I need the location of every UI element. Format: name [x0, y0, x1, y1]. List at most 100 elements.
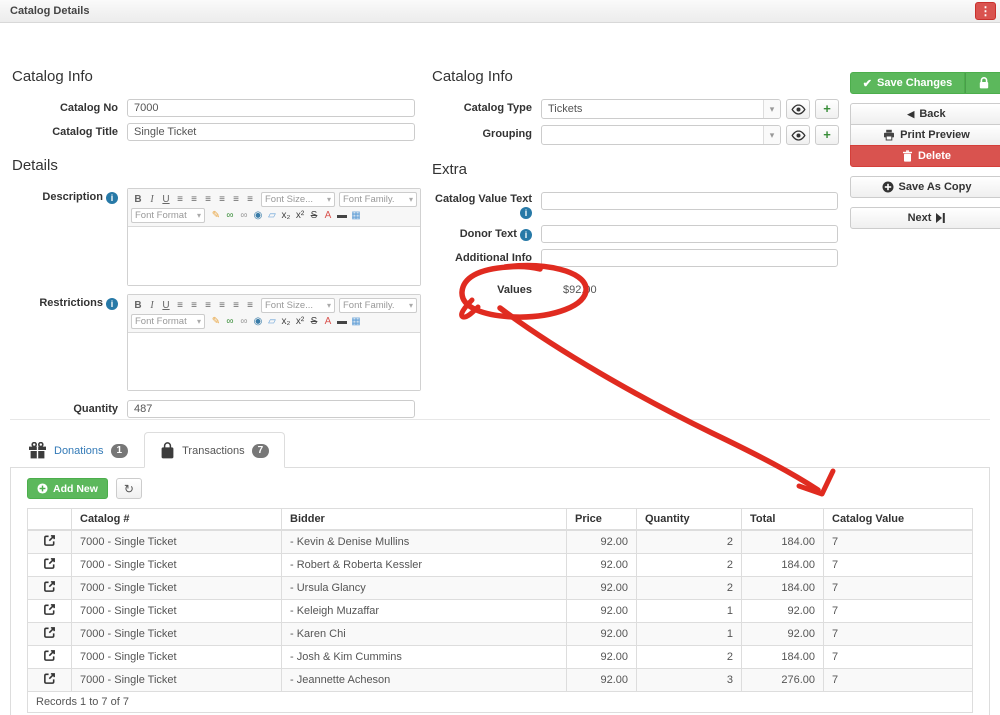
- print-preview-button[interactable]: Print Preview: [850, 124, 1000, 146]
- cell-total: 184.00: [742, 576, 824, 599]
- additional-info-label: Additional Info: [432, 249, 532, 265]
- open-record-icon[interactable]: [43, 603, 56, 616]
- save-as-copy-button[interactable]: Save As Copy: [850, 176, 1000, 198]
- font-family-select[interactable]: Font Family.▾: [339, 298, 417, 313]
- cell-total: 92.00: [742, 622, 824, 645]
- catalog-no-row: Catalog No: [12, 99, 415, 117]
- cell-bidder: - Kevin & Denise Mullins: [282, 530, 567, 554]
- tab-transactions[interactable]: Transactions 7: [144, 432, 285, 468]
- catalog-title-input[interactable]: [127, 123, 415, 141]
- left-column: Catalog Info Catalog No Catalog Title De…: [12, 60, 415, 424]
- cell-catalog-value: 7: [824, 645, 973, 668]
- open-record-icon[interactable]: [43, 557, 56, 570]
- col-bidder: Bidder: [282, 509, 567, 530]
- kebab-menu-button[interactable]: ⋮: [975, 2, 996, 20]
- table-header-row: Catalog # Bidder Price Quantity Total Ca…: [28, 509, 973, 530]
- cell-quantity: 1: [637, 622, 742, 645]
- font-format-select[interactable]: Font Format▾: [131, 208, 205, 223]
- eye-icon: [791, 130, 806, 141]
- section-extra: Extra: [432, 161, 838, 178]
- open-record-icon[interactable]: [43, 534, 56, 547]
- catalog-type-row: Catalog Type Tickets ▾ +: [432, 99, 838, 119]
- restrictions-editor-body[interactable]: [128, 333, 420, 390]
- annotation-arrow: [500, 308, 818, 490]
- restrictions-label: Restrictions i: [12, 294, 118, 310]
- catalog-no-input[interactable]: [127, 99, 415, 117]
- lock-button[interactable]: [965, 72, 1000, 94]
- col-price: Price: [567, 509, 637, 530]
- grouping-select[interactable]: ▾: [541, 125, 781, 145]
- donor-text-input[interactable]: [541, 225, 838, 243]
- catalog-value-text-row: Catalog Value Text i: [432, 192, 838, 219]
- table-row: 7000 - Single Ticket - Robert & Roberta …: [28, 553, 973, 576]
- records-summary: Records 1 to 7 of 7: [28, 691, 973, 712]
- transactions-count-badge: 7: [252, 444, 270, 458]
- save-changes-button[interactable]: ✔ Save Changes: [850, 72, 965, 94]
- open-record-icon[interactable]: [43, 626, 56, 639]
- col-catalog-value: Catalog Value: [824, 509, 973, 530]
- trash-icon: [902, 150, 913, 162]
- table-row: 7000 - Single Ticket - Ursula Glancy 92.…: [28, 576, 973, 599]
- cell-catalog: 7000 - Single Ticket: [72, 553, 282, 576]
- info-icon[interactable]: i: [520, 207, 532, 219]
- add-catalog-type-button[interactable]: +: [815, 99, 839, 119]
- quantity-row: Quantity: [12, 400, 415, 418]
- section-catalog-info-mid: Catalog Info: [432, 68, 838, 85]
- actions-column: ✔ Save Changes ◀ Back Print Preview Dele…: [850, 72, 1000, 229]
- cell-price: 92.00: [567, 576, 637, 599]
- restrictions-editor[interactable]: BIU≡≡≡≡≡≡ Font Size...▾ Font Family.▾ Fo…: [127, 294, 421, 391]
- cell-price: 92.00: [567, 622, 637, 645]
- cell-catalog-value: 7: [824, 576, 973, 599]
- view-grouping-button[interactable]: [786, 125, 810, 145]
- grouping-label: Grouping: [432, 125, 532, 141]
- info-icon[interactable]: i: [520, 229, 532, 241]
- font-family-select[interactable]: Font Family.▾: [339, 192, 417, 207]
- col-icon: [28, 509, 72, 530]
- eye-icon: [791, 104, 806, 115]
- cell-quantity: 2: [637, 530, 742, 554]
- catalog-details-page: Catalog Details ⋮ Catalog Info Catalog N…: [0, 0, 1000, 715]
- cell-price: 92.00: [567, 599, 637, 622]
- add-new-button[interactable]: Add New: [27, 478, 108, 499]
- quantity-input[interactable]: [127, 400, 415, 418]
- lock-icon: [978, 76, 990, 90]
- info-icon[interactable]: i: [106, 298, 118, 310]
- open-record-icon[interactable]: [43, 580, 56, 593]
- additional-info-input[interactable]: [541, 249, 838, 267]
- cell-total: 184.00: [742, 553, 824, 576]
- catalog-value-text-input[interactable]: [541, 192, 838, 210]
- cell-bidder: - Jeannette Acheson: [282, 668, 567, 691]
- font-format-select[interactable]: Font Format▾: [131, 314, 205, 329]
- plus-icon: +: [823, 104, 831, 114]
- add-grouping-button[interactable]: +: [815, 125, 839, 145]
- cell-catalog: 7000 - Single Ticket: [72, 599, 282, 622]
- cell-total: 92.00: [742, 599, 824, 622]
- ellipsis-vertical-icon: ⋮: [980, 4, 992, 18]
- font-size-select[interactable]: Font Size...▾: [261, 298, 335, 313]
- cell-catalog-value: 7: [824, 599, 973, 622]
- section-details: Details: [12, 157, 415, 174]
- cell-quantity: 3: [637, 668, 742, 691]
- tab-donations[interactable]: Donations 1: [12, 432, 144, 468]
- description-editor[interactable]: BIU≡≡≡≡≡≡ Font Size...▾ Font Family.▾ Fo…: [127, 188, 421, 286]
- delete-button[interactable]: Delete: [850, 145, 1000, 167]
- refresh-button[interactable]: ↻: [116, 478, 142, 499]
- catalog-no-label: Catalog No: [12, 99, 118, 115]
- cell-bidder: - Karen Chi: [282, 622, 567, 645]
- cell-quantity: 2: [637, 576, 742, 599]
- tab-bar: Donations 1 Transactions 7: [12, 432, 285, 467]
- view-catalog-type-button[interactable]: [786, 99, 810, 119]
- info-icon[interactable]: i: [106, 192, 118, 204]
- open-record-icon[interactable]: [43, 649, 56, 662]
- description-editor-body[interactable]: [128, 227, 420, 285]
- back-button[interactable]: ◀ Back: [850, 103, 1000, 125]
- font-size-select[interactable]: Font Size...▾: [261, 192, 335, 207]
- catalog-type-select[interactable]: Tickets ▾: [541, 99, 781, 119]
- next-button[interactable]: Next: [850, 207, 1000, 229]
- values-row: Values $92.00: [432, 281, 838, 297]
- refresh-icon: ↻: [124, 482, 134, 496]
- open-record-icon[interactable]: [43, 672, 56, 685]
- chevron-down-icon: ▾: [763, 126, 780, 144]
- page-title: Catalog Details: [10, 5, 975, 17]
- gift-icon: [28, 442, 47, 459]
